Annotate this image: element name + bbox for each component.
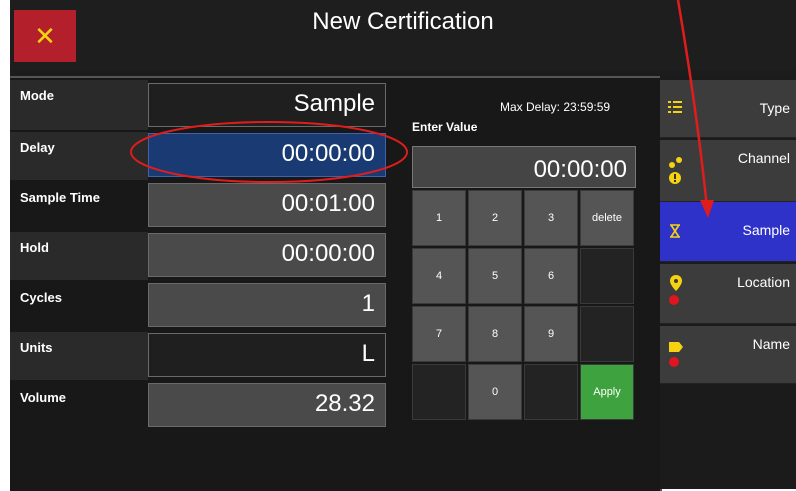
tab-sample-label: Sample (742, 222, 790, 238)
key-6[interactable]: 6 (524, 248, 578, 304)
tab-name[interactable]: Name (660, 326, 796, 384)
hold-field[interactable]: 00:00:00 (148, 233, 386, 277)
apply-button[interactable]: Apply (580, 364, 634, 420)
key-5[interactable]: 5 (468, 248, 522, 304)
delete-key[interactable]: delete (580, 190, 634, 246)
value-display: 00:00:00 (412, 146, 636, 188)
tab-name-label: Name (752, 336, 790, 352)
device-screen: ✕ New Certification Mode Delay Sample Ti… (10, 0, 796, 491)
tab-type[interactable]: Type (660, 80, 796, 138)
key-2[interactable]: 2 (468, 190, 522, 246)
key-1[interactable]: 1 (412, 190, 466, 246)
volume-label: Volume (10, 382, 148, 430)
header-bar: ✕ New Certification (10, 0, 796, 70)
channel-icon (669, 157, 682, 184)
units-label: Units (10, 332, 148, 380)
location-pin-icon (669, 275, 682, 305)
delay-field[interactable]: 00:00:00 (148, 133, 386, 177)
key-3[interactable]: 3 (524, 190, 578, 246)
cycles-label: Cycles (10, 282, 148, 330)
blank-key (580, 248, 634, 304)
blank-key (412, 364, 466, 420)
tab-location-label: Location (737, 274, 790, 290)
sample-time-label: Sample Time (10, 182, 148, 230)
hourglass-icon (670, 224, 680, 238)
sample-time-field[interactable]: 00:01:00 (148, 183, 386, 227)
delay-label: Delay (10, 132, 148, 180)
key-8[interactable]: 8 (468, 306, 522, 362)
hold-label: Hold (10, 232, 148, 280)
sidebar: Type Channel Sample Location Name (660, 76, 796, 489)
units-field[interactable]: L (148, 333, 386, 377)
cycles-field[interactable]: 1 (148, 283, 386, 327)
key-0[interactable]: 0 (468, 364, 522, 420)
tag-icon (669, 342, 683, 367)
key-9[interactable]: 9 (524, 306, 578, 362)
tab-type-label: Type (759, 100, 790, 116)
mode-label: Mode (10, 80, 148, 130)
key-4[interactable]: 4 (412, 248, 466, 304)
page-title: New Certification (312, 8, 494, 35)
volume-field[interactable]: 28.32 (148, 383, 386, 427)
max-delay-text: Max Delay: 23:59:59 (500, 100, 611, 114)
blank-key (580, 306, 634, 362)
tab-channel[interactable]: Channel (660, 140, 796, 202)
tab-channel-label: Channel (737, 150, 790, 166)
key-7[interactable]: 7 (412, 306, 466, 362)
enter-value-label: Enter Value (412, 120, 478, 134)
mode-field[interactable]: Sample (148, 83, 386, 127)
settings-panel: Mode Delay Sample Time Hold Cycles Units… (10, 76, 662, 491)
list-icon (668, 101, 682, 113)
blank-key (524, 364, 578, 420)
tab-sample[interactable]: Sample (660, 202, 796, 262)
tab-location[interactable]: Location (660, 264, 796, 324)
